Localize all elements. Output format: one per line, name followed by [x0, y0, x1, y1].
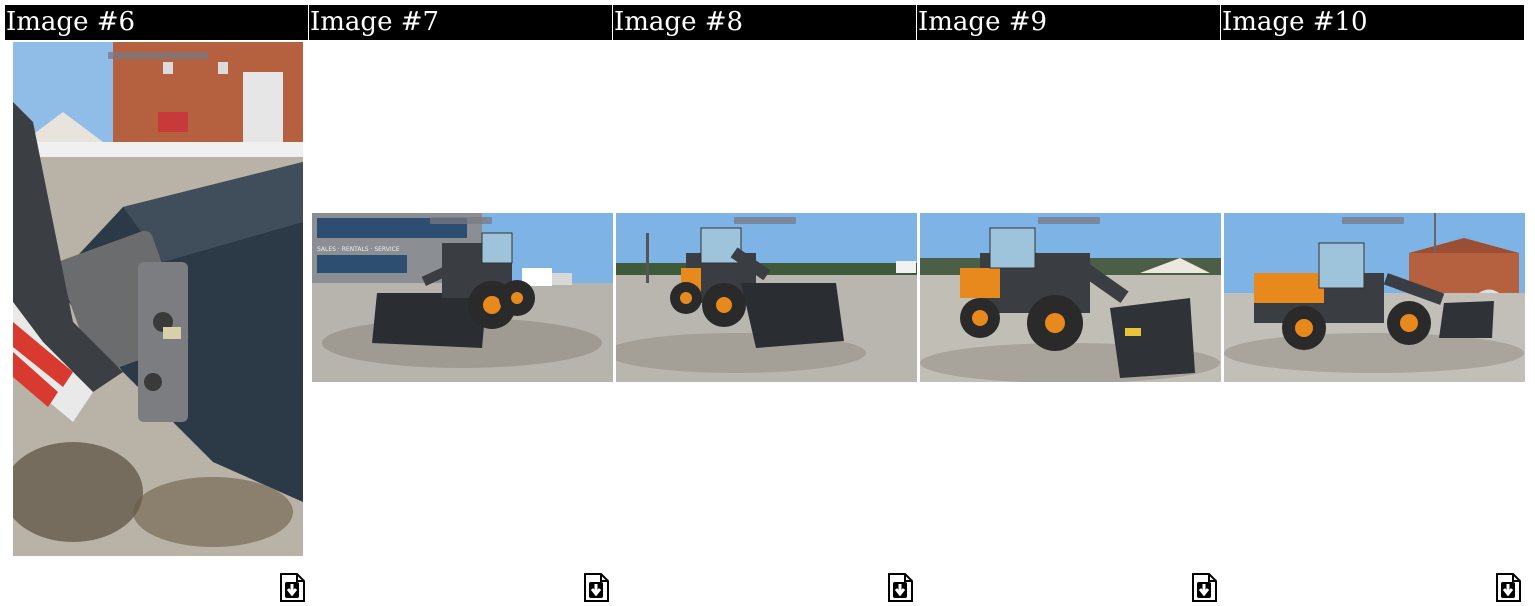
- download-button[interactable]: [277, 572, 308, 603]
- image-thumbnail[interactable]: SALES · RENTALS · SERVICE: [312, 213, 613, 382]
- gallery-item: Image #10: [1221, 5, 1525, 603]
- gallery-item: Image #6: [5, 5, 308, 603]
- image-title: Image #10: [1221, 5, 1524, 40]
- download-icon: [280, 573, 305, 602]
- image-thumbnail[interactable]: [920, 213, 1221, 382]
- image-title: Image #8: [613, 5, 916, 40]
- gallery-item: Image #8: [613, 5, 917, 603]
- image-title: Image #7: [309, 5, 612, 40]
- download-icon: [1496, 573, 1521, 602]
- gallery-item: Image #7 SALES · RENTALS · SERVICE: [309, 5, 613, 603]
- image-thumbnail[interactable]: [1224, 213, 1525, 382]
- building-sign: SALES · RENTALS · SERVICE: [317, 246, 400, 253]
- download-button[interactable]: [581, 572, 612, 603]
- download-button[interactable]: [1493, 572, 1524, 603]
- download-button[interactable]: [885, 572, 916, 603]
- gallery-item: Image #9: [917, 5, 1221, 603]
- download-button[interactable]: [1189, 572, 1220, 603]
- image-thumbnail[interactable]: [13, 42, 303, 556]
- download-icon: [888, 573, 913, 602]
- image-title: Image #6: [5, 5, 308, 40]
- download-icon: [584, 573, 609, 602]
- image-title: Image #9: [917, 5, 1220, 40]
- image-gallery: Image #6 Image #7 SALES · RENTALS · SERV…: [0, 0, 1535, 606]
- download-icon: [1192, 573, 1217, 602]
- image-thumbnail[interactable]: [616, 213, 917, 382]
